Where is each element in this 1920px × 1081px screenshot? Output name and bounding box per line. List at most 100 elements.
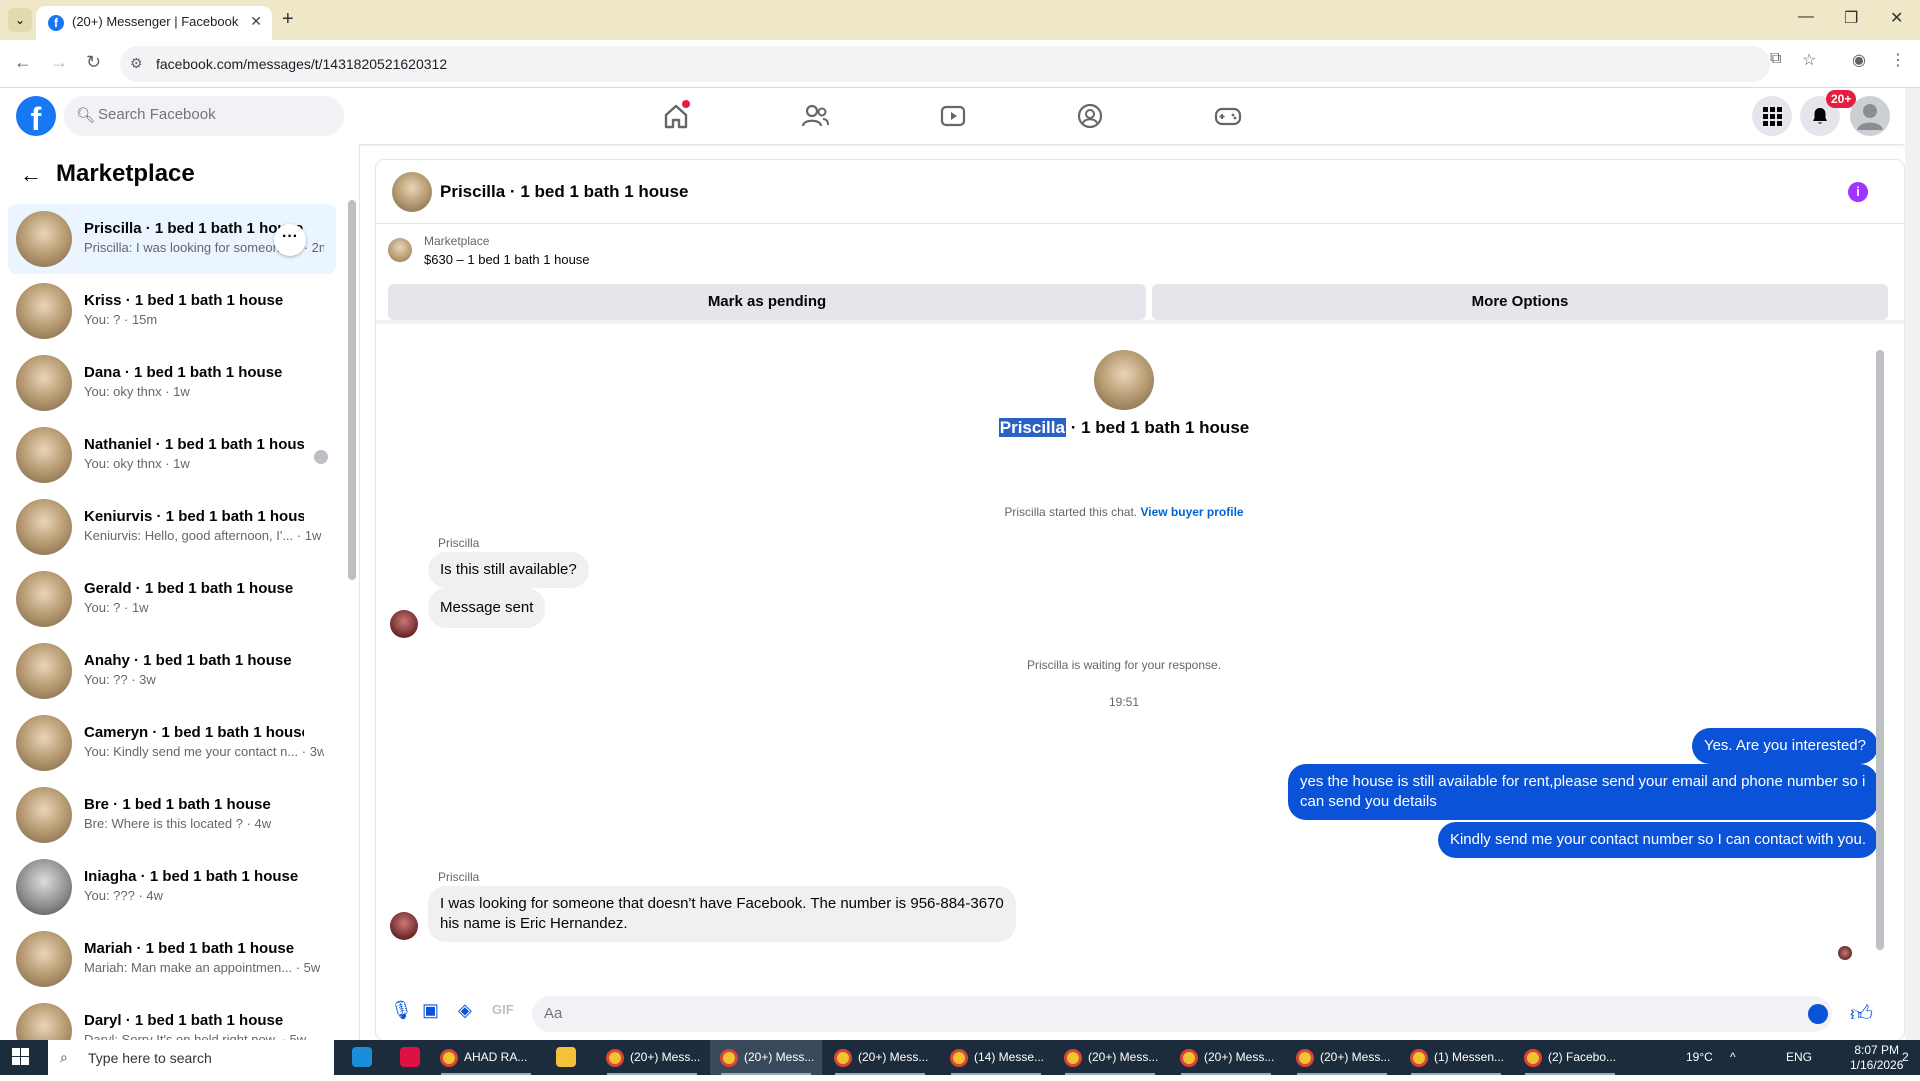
tab-close-icon[interactable]: ✕	[250, 13, 262, 30]
site-info-icon[interactable]: ⚙	[130, 55, 143, 72]
watch-nav-icon[interactable]	[937, 100, 969, 132]
tab-search-dropdown-icon[interactable]: ⌄	[8, 8, 32, 32]
conversation-preview: Daryl: Sorry It's on hold right now. · 5…	[84, 1032, 307, 1040]
minimize-icon[interactable]: —	[1798, 8, 1814, 26]
address-bar[interactable]: ⚙ facebook.com/messages/t/14318205216203…	[120, 46, 1770, 82]
conversation-preview: You: Kindly send me your contact n... · …	[84, 744, 324, 759]
outgoing-message[interactable]: Yes. Are you interested?	[1691, 728, 1878, 764]
facebook-search[interactable]: 🔍︎	[64, 96, 344, 136]
sender-avatar[interactable]	[390, 610, 418, 638]
url-text[interactable]: facebook.com/messages/t/1431820521620312	[156, 56, 447, 72]
conversation-item[interactable]: Cameryn · 1 bed 1 bath 1 house You: Kindl…	[8, 708, 336, 778]
taskbar-search[interactable]: ⌕ Type here to search	[48, 1040, 334, 1075]
conversation-item[interactable]: Nathaniel · 1 bed 1 bath 1 house You: oky…	[8, 420, 336, 490]
conversation-item[interactable]: Priscilla · 1 bed 1 bath 1 house Priscill…	[8, 204, 336, 274]
edge-icon[interactable]	[352, 1040, 372, 1075]
message-input-wrapper[interactable]	[532, 996, 1832, 1032]
mark-as-pending-button[interactable]: Mark as pending	[388, 284, 1146, 320]
forward-icon[interactable]: →	[50, 52, 68, 73]
windows-start-icon[interactable]	[12, 1048, 30, 1066]
weather-text[interactable]: 19°C	[1686, 1050, 1713, 1064]
taskbar-app-button[interactable]: (20+) Mess...	[824, 1040, 936, 1075]
taskbar-app-button[interactable]: AHAD RA...	[430, 1040, 542, 1075]
incoming-message[interactable]: I was looking for someone that doesn't h…	[428, 886, 1016, 942]
chat-avatar[interactable]	[392, 172, 432, 212]
conversation-name: Keniurvis · 1 bed 1 bath 1 house	[84, 508, 304, 525]
sticker-icon[interactable]: ◈	[458, 1000, 472, 1021]
chat-panel: Priscilla · 1 bed 1 bath 1 house i Marke…	[376, 160, 1904, 1040]
conversation-item[interactable]: Iniagha · 1 bed 1 bath 1 house You: ??? ·…	[8, 852, 336, 922]
file-explorer-icon[interactable]	[556, 1040, 576, 1075]
facebook-search-input[interactable]	[98, 106, 328, 123]
incoming-message[interactable]: Message sent	[428, 588, 546, 628]
conversation-item[interactable]: Mariah · 1 bed 1 bath 1 house Mariah: Man…	[8, 924, 336, 994]
taskbar-app-button[interactable]: (2) Facebo...	[1514, 1040, 1626, 1075]
facebook-logo-icon[interactable]: f	[16, 96, 56, 137]
sidebar-scrollbar[interactable]	[348, 200, 356, 580]
facebook-header: f 🔍︎ 20+	[0, 88, 1905, 144]
taskbar-app-button[interactable]: (20+) Mess...	[1286, 1040, 1398, 1075]
conversation-name: Kriss · 1 bed 1 bath 1 house	[84, 292, 284, 309]
bookmark-star-icon[interactable]: ☆	[1802, 50, 1816, 70]
gaming-nav-icon[interactable]	[1212, 100, 1244, 132]
taskbar-app-button[interactable]: (20+) Mess...	[596, 1040, 708, 1075]
more-options-button[interactable]: More Options	[1152, 284, 1888, 320]
message-input[interactable]	[544, 1005, 1744, 1022]
taskbar-app-label: (14) Messe...	[974, 1050, 1045, 1064]
info-icon[interactable]: i	[1848, 182, 1868, 202]
taskbar-app-button[interactable]: (1) Messen...	[1400, 1040, 1512, 1075]
system-tray-chevron-icon[interactable]: ^	[1730, 1050, 1736, 1064]
conversation-item[interactable]: Keniurvis · 1 bed 1 bath 1 house Keniurvi…	[8, 492, 336, 562]
taskbar-app-button[interactable]: (20+) Mess...	[710, 1040, 822, 1075]
emoji-icon[interactable]	[1808, 1004, 1828, 1024]
browser-menu-icon[interactable]: ⋮	[1890, 50, 1906, 70]
notification-center-count[interactable]: 2	[1902, 1050, 1909, 1064]
back-icon[interactable]: ←	[14, 52, 32, 73]
browser-tab[interactable]: f (20+) Messenger | Facebook ✕	[36, 6, 272, 40]
account-avatar[interactable]	[1850, 96, 1890, 136]
paint-icon[interactable]	[400, 1040, 420, 1075]
gif-icon[interactable]: GIF	[492, 1002, 514, 1017]
view-buyer-profile-link[interactable]: View buyer profile	[1140, 505, 1243, 519]
page-scrollbar[interactable]	[1905, 88, 1920, 1040]
chat-title[interactable]: Priscilla · 1 bed 1 bath 1 house	[440, 182, 688, 202]
more-actions-icon[interactable]: ···	[274, 224, 306, 256]
outgoing-message[interactable]: yes the house is still available for ren…	[1288, 764, 1878, 820]
listing-thumbnail[interactable]	[388, 238, 412, 262]
conversation-item[interactable]: Dana · 1 bed 1 bath 1 house You: oky thnx…	[8, 348, 336, 418]
outgoing-message[interactable]: Kindly send me your contact number so I …	[1437, 822, 1878, 858]
conversation-avatar	[16, 643, 72, 699]
conversation-avatar	[16, 499, 72, 555]
taskbar-clock[interactable]: 8:07 PM 1/16/2026	[1850, 1043, 1903, 1073]
language-indicator[interactable]: ENG	[1786, 1050, 1812, 1064]
taskbar-app-button[interactable]: (20+) Mess...	[1054, 1040, 1166, 1075]
window-close-icon[interactable]: ✕	[1890, 8, 1903, 28]
conversation-item[interactable]: Bre · 1 bed 1 bath 1 house Bre: Where is …	[8, 780, 336, 850]
read-receipt-avatar	[1838, 946, 1852, 960]
buyer-avatar-large[interactable]	[1094, 350, 1154, 410]
reload-icon[interactable]: ↻	[86, 52, 101, 73]
conversation-item[interactable]: Anahy · 1 bed 1 bath 1 house You: ?? · 3w	[8, 636, 336, 706]
home-nav-icon[interactable]	[660, 100, 692, 132]
restore-icon[interactable]: ❐	[1844, 8, 1858, 28]
taskbar-search-text[interactable]: Type here to search	[88, 1050, 212, 1066]
conversation-name: Bre · 1 bed 1 bath 1 house	[84, 796, 271, 813]
friends-nav-icon[interactable]	[799, 100, 831, 132]
profile-icon[interactable]: ◉	[1852, 50, 1866, 70]
conversation-item[interactable]: Daryl · 1 bed 1 bath 1 house Daryl: Sorry…	[8, 996, 336, 1040]
menu-grid-icon[interactable]	[1752, 96, 1792, 136]
incoming-message[interactable]: Is this still available?	[428, 552, 589, 588]
chat-scrollbar[interactable]	[1876, 350, 1884, 950]
back-arrow-icon[interactable]: ←	[20, 162, 42, 188]
conversation-item[interactable]: Gerald · 1 bed 1 bath 1 house You: ? · 1w	[8, 564, 336, 634]
microphone-icon[interactable]: 🎙︎	[390, 1000, 413, 1021]
thumbs-up-icon[interactable]: 👍︎	[1850, 1000, 1873, 1027]
sender-avatar[interactable]	[390, 912, 418, 940]
conversation-item[interactable]: Kriss · 1 bed 1 bath 1 house You: ? · 15m	[8, 276, 336, 346]
new-tab-icon[interactable]: +	[282, 8, 294, 31]
taskbar-app-button[interactable]: (20+) Mess...	[1170, 1040, 1282, 1075]
taskbar-app-button[interactable]: (14) Messe...	[940, 1040, 1052, 1075]
install-app-icon[interactable]: ⧉	[1770, 50, 1781, 68]
groups-nav-icon[interactable]	[1074, 100, 1106, 132]
photo-attach-icon[interactable]: ▣	[422, 1000, 439, 1021]
